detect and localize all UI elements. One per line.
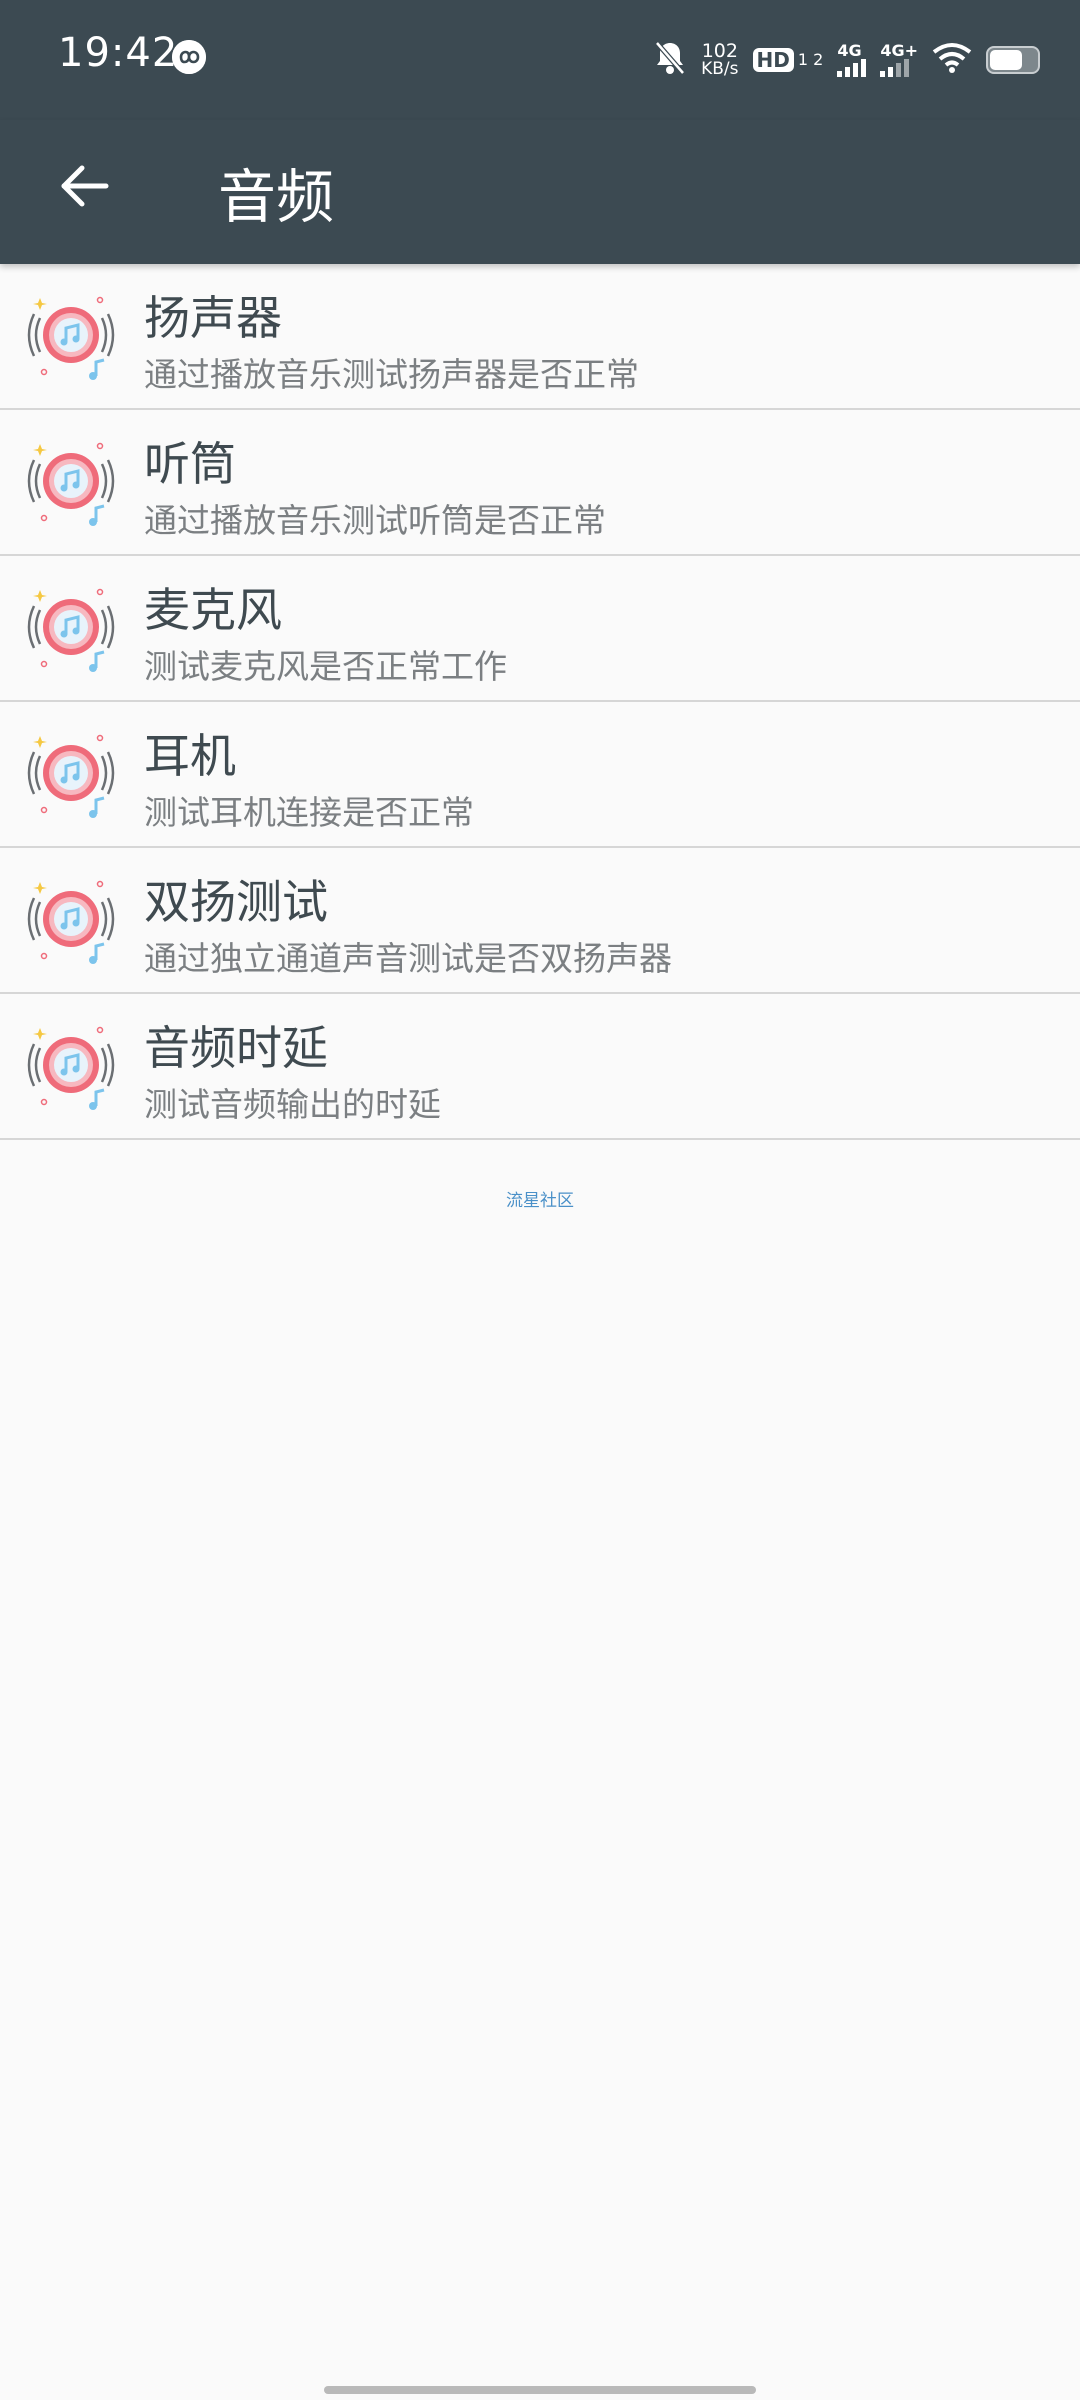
list-item[interactable]: 听筒 通过播放音乐测试听筒是否正常 [0,410,1080,556]
music-speaker-icon [26,290,116,380]
list-item-subtitle: 通过独立通道声音测试是否双扬声器 [144,939,672,978]
music-speaker-icon [26,436,116,526]
battery-icon [986,46,1040,74]
list-item[interactable]: 扬声器 通过播放音乐测试扬声器是否正常 [0,264,1080,410]
list-item-title: 音频时延 [144,1021,328,1075]
net-speed-unit: KB/s [701,59,739,79]
music-speaker-icon [26,874,116,964]
list-item-title: 麦克风 [144,583,282,637]
list-item-subtitle: 测试麦克风是否正常工作 [144,647,507,686]
list-item-subtitle: 通过播放音乐测试听筒是否正常 [144,501,606,540]
net-speed: 102 KB/s [701,42,738,78]
app-toolbar: 音频 [0,120,1080,264]
status-time: 19:42 [58,30,179,76]
audio-test-list: 扬声器 通过播放音乐测试扬声器是否正常 听筒 通过播放音乐测试听筒是否正常 麦克… [0,264,1080,1140]
loop-icon [172,40,206,74]
back-arrow-icon [61,165,109,207]
home-indicator[interactable] [324,2386,756,2394]
list-item[interactable]: 音频时延 测试音频输出的时延 [0,994,1080,1140]
sim1-label: 4G [837,41,862,60]
status-bar: 19:42 102 KB/s HD 1 2 4G 4G+ [0,0,1080,120]
signal-icon [880,59,910,77]
sim2-label: 4G+ [880,41,918,60]
list-item-subtitle: 通过播放音乐测试扬声器是否正常 [144,355,639,394]
status-icons: 102 KB/s HD 1 2 4G 4G+ [653,32,1040,88]
list-item-title: 耳机 [144,729,236,783]
signal-icon [837,59,867,77]
wifi-icon [932,42,972,78]
hd-sub-label: 1 2 [797,50,824,69]
back-button[interactable] [44,146,124,226]
music-speaker-icon [26,1020,116,1110]
list-item[interactable]: 麦克风 测试麦克风是否正常工作 [0,556,1080,702]
footer-link[interactable]: 流星社区 [0,1186,1080,1211]
list-item-title: 听筒 [144,437,236,491]
list-item-title: 双扬测试 [144,875,328,929]
music-speaker-icon [26,728,116,818]
bell-off-icon [653,39,687,81]
hd-icon: HD [752,48,794,72]
list-item-subtitle: 测试音频输出的时延 [144,1085,441,1124]
signal-sim1: 4G [837,41,867,77]
page-title: 音频 [218,163,335,231]
list-item[interactable]: 耳机 测试耳机连接是否正常 [0,702,1080,848]
list-item-title: 扬声器 [144,291,282,345]
music-speaker-icon [26,582,116,672]
list-item[interactable]: 双扬测试 通过独立通道声音测试是否双扬声器 [0,848,1080,994]
signal-sim2: 4G+ [880,43,918,77]
list-item-subtitle: 测试耳机连接是否正常 [144,793,474,832]
